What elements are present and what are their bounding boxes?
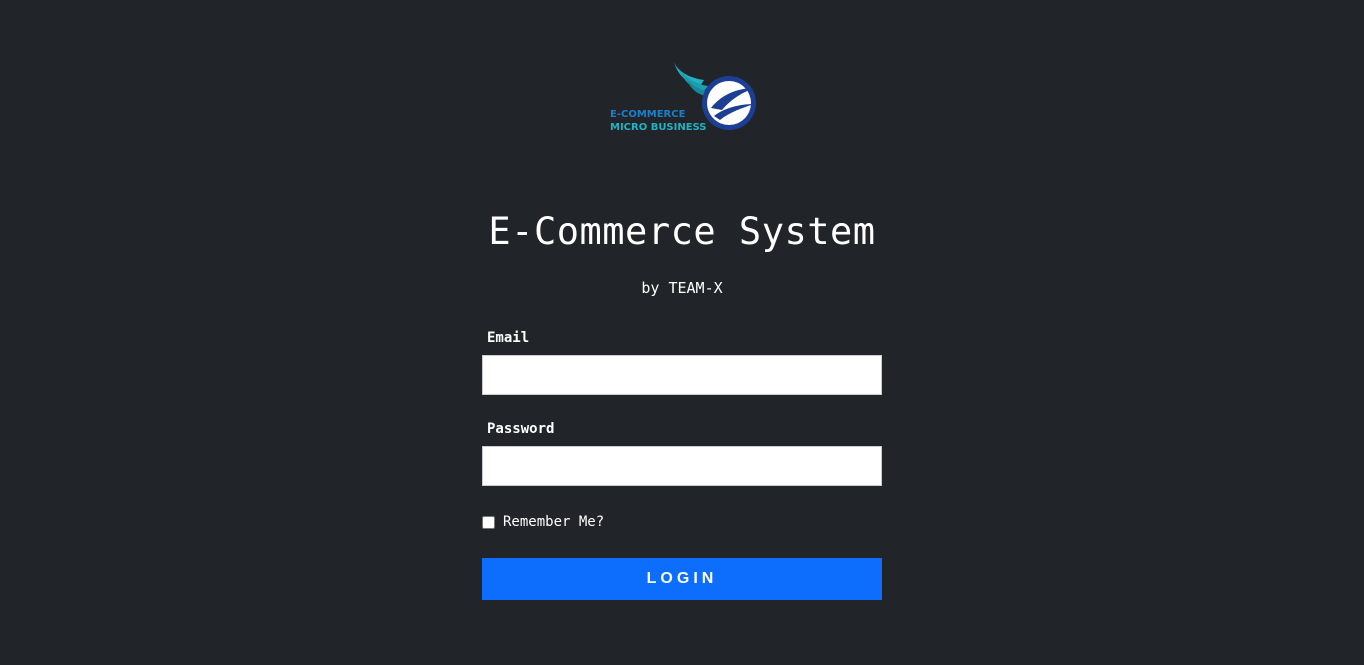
page-subtitle: by TEAM-X [641, 279, 723, 297]
brand-logo: E-COMMERCE MICRO BUSINESS [608, 60, 762, 136]
login-button[interactable]: LOGIN [482, 558, 882, 600]
page-title: E-Commerce System [488, 210, 876, 253]
remember-me-row: Remember Me? [482, 513, 604, 531]
password-label: Password [487, 421, 555, 437]
logo-text-bottom: MICRO BUSINESS [610, 122, 707, 133]
remember-me-checkbox[interactable] [482, 515, 495, 529]
remember-me-label[interactable]: Remember Me? [503, 514, 604, 530]
password-field[interactable] [482, 446, 882, 486]
logo-text-top: E-COMMERCE [610, 109, 686, 120]
email-label: Email [487, 330, 530, 346]
email-field[interactable] [482, 355, 882, 395]
